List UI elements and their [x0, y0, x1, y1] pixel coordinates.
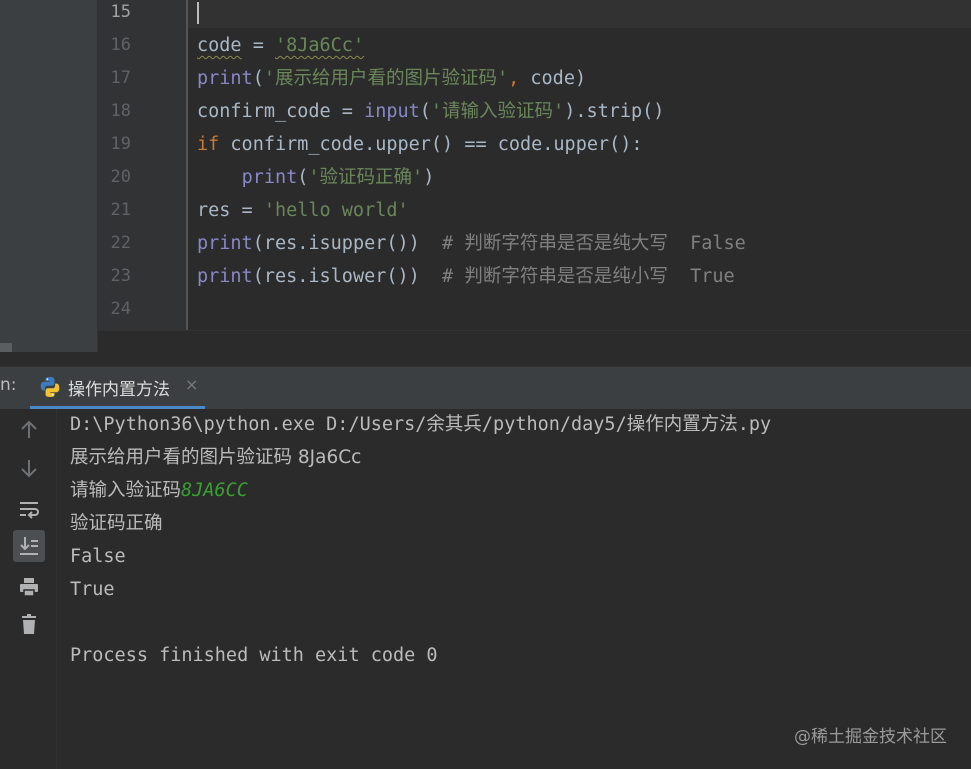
console-output-line: True: [70, 579, 115, 600]
trash-icon[interactable]: [13, 608, 45, 640]
code-token: (res.isupper()): [252, 233, 420, 254]
print-icon[interactable]: [13, 571, 45, 603]
line-number: 15: [110, 2, 131, 22]
builtin-function: print: [197, 233, 253, 254]
line-number: 18: [110, 101, 131, 121]
builtin-function: print: [197, 266, 253, 287]
code-token: ).strip(): [564, 101, 665, 122]
watermark: @稀土掘金技术社区: [794, 727, 947, 747]
line-number: 17: [110, 68, 131, 88]
code-line[interactable]: res = 'hello world': [197, 194, 409, 227]
code-line[interactable]: print('展示给用户看的图片验证码', code): [197, 62, 586, 95]
code-token: (: [419, 101, 431, 122]
current-line-highlight: [188, 0, 971, 28]
run-toolbar: [0, 409, 57, 769]
code-line[interactable]: confirm_code = input('请输入验证码').strip(): [197, 95, 664, 128]
code-line[interactable]: print('验证码正确'): [197, 161, 435, 194]
code-token: (: [252, 68, 264, 89]
string-literal: 'hello world': [263, 200, 409, 221]
code-line[interactable]: if confirm_code.upper() == code.upper():: [197, 128, 643, 161]
string-literal: '8Ja6Cc': [274, 35, 365, 56]
line-number: 22: [110, 233, 131, 253]
user-input-text: 8JA6CC: [181, 480, 248, 501]
run-panel-header: n: 操作内置方法 ×: [0, 366, 971, 410]
string-literal: '请输入验证码': [430, 101, 565, 122]
line-number: 19: [110, 134, 131, 154]
down-arrow-icon[interactable]: [13, 452, 45, 484]
soft-wrap-icon[interactable]: [13, 493, 45, 525]
close-icon[interactable]: ×: [185, 375, 198, 394]
string-literal: '验证码正确': [308, 167, 424, 188]
line-number: 21: [110, 200, 131, 220]
line-number: 24: [110, 299, 131, 319]
code-token: (: [297, 167, 309, 188]
code-line[interactable]: code = '8Ja6Cc': [197, 29, 364, 62]
line-number: 23: [110, 266, 131, 286]
console-command-line: D:\Python36\python.exe D:/Users/余其兵/pyth…: [70, 414, 772, 435]
python-icon: [38, 375, 62, 399]
tab-title: 操作内置方法: [68, 380, 170, 400]
console-output-line: 验证码正确: [70, 507, 163, 540]
keyword: if: [197, 134, 220, 155]
console-input-line[interactable]: 请输入验证码8JA6CC: [70, 474, 248, 507]
builtin-function: input: [364, 101, 420, 122]
code-token: res =: [197, 200, 264, 221]
project-panel-edge: [0, 0, 98, 352]
scroll-to-end-icon[interactable]: [13, 530, 45, 562]
up-arrow-icon[interactable]: [13, 414, 45, 446]
code-token: confirm_code =: [197, 101, 365, 122]
code-token: =: [241, 35, 275, 56]
builtin-function: print: [197, 68, 253, 89]
code-editor[interactable]: 15 16 17 18 19 20 21 22 23 24 code = '8J…: [0, 0, 971, 353]
horizontal-scrollbar[interactable]: [0, 343, 12, 352]
comment: # 判断字符串是否是纯大写 False: [419, 233, 746, 254]
string-literal: '展示给用户看的图片验证码': [263, 68, 509, 89]
comment: # 判断字符串是否是纯小写 True: [419, 266, 735, 287]
console-text: 展示给用户看的图片验证码 8Ja6Cc: [70, 447, 362, 468]
code-token: code: [197, 35, 242, 56]
code-token: ,: [508, 68, 520, 89]
console-text: 验证码正确: [70, 513, 163, 534]
code-token: code): [519, 68, 587, 89]
code-token: ): [423, 167, 435, 188]
console-output-line: False: [70, 546, 126, 567]
run-label: n:: [0, 375, 17, 395]
run-tab[interactable]: 操作内置方法 ×: [30, 367, 205, 409]
console-output-line: 展示给用户看的图片验证码 8Ja6Cc: [70, 441, 361, 474]
builtin-function: print: [241, 167, 298, 188]
editor-bottom-strip: [98, 330, 971, 353]
code-token: confirm_code.upper() == code.upper():: [219, 134, 643, 155]
code-token: (res.islower()): [252, 266, 420, 287]
line-number: 20: [110, 167, 131, 187]
text-caret: [197, 2, 199, 24]
line-number: 16: [110, 35, 131, 55]
code-line[interactable]: print(res.isupper()) # 判断字符串是否是纯大写 False: [197, 227, 746, 260]
input-prompt: 请输入验证码: [70, 480, 182, 501]
code-line[interactable]: print(res.islower()) # 判断字符串是否是纯小写 True: [197, 260, 735, 293]
process-finished-line: Process finished with exit code 0: [70, 645, 438, 666]
